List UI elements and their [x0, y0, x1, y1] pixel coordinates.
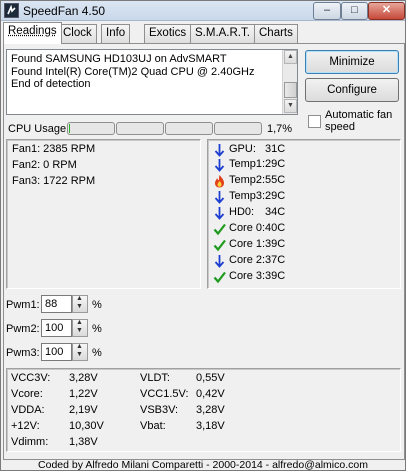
pwm3-input[interactable]: 100: [41, 343, 72, 361]
tab-readings-label: Readings: [8, 25, 57, 37]
pwm2-stepper[interactable]: [72, 319, 88, 337]
pwm2-input[interactable]: 100: [41, 319, 72, 337]
cpu-core-bar: [67, 122, 115, 135]
fan-reading: Fan1: 2385 RPM: [12, 143, 96, 155]
voltage-label: VDDA:: [11, 404, 45, 416]
configure-button[interactable]: Configure: [305, 78, 399, 102]
temperature-value: 37C: [265, 254, 286, 266]
voltage-value: 3,18V: [196, 420, 225, 432]
voltage-value: 0,42V: [196, 388, 225, 400]
cpu-core-bar: [165, 122, 213, 135]
window-title: SpeedFan 4.50: [23, 4, 106, 18]
temperature-label: Temp1:: [229, 158, 266, 170]
pwm-unit: %: [92, 323, 102, 335]
voltage-label: Vcore:: [11, 388, 43, 400]
voltage-value: 0,55V: [196, 372, 225, 384]
temperature-value: 55C: [265, 174, 286, 186]
log-scrollbar[interactable]: ▲ ▼: [282, 50, 297, 114]
pwm-label: Pwm1:: [6, 299, 40, 311]
detection-log[interactable]: Found SAMSUNG HD103UJ on AdvSMART Found …: [6, 49, 298, 115]
temperature-label: Core 2:: [229, 254, 266, 266]
voltage-readings-panel: VCC3V: 3,28V Vcore: 1,22V VDDA: 2,19V +1…: [6, 368, 401, 452]
voltage-value: 3,28V: [196, 404, 225, 416]
temperature-label: HD0:: [229, 206, 255, 218]
pwm1-stepper[interactable]: [72, 295, 88, 313]
temperature-value: 31C: [265, 143, 286, 155]
pwm-label: Pwm3:: [6, 347, 40, 359]
arrow-down-icon: [214, 191, 225, 204]
credits-footer: Coded by Alfredo Milani Comparetti - 200…: [38, 459, 368, 471]
temperature-label: Temp3:: [229, 190, 266, 202]
voltage-label: VCC1.5V:: [140, 388, 189, 400]
tab-smart[interactable]: S.M.A.R.T.: [190, 24, 255, 43]
pwm-unit: %: [92, 347, 102, 359]
title-bar[interactable]: SpeedFan 4.50 – □ ✕: [1, 1, 405, 21]
cpu-core-bar: [116, 122, 164, 135]
temperature-readings-panel: GPU: 31C Temp1: 29C Temp2: 55C Temp3: 29…: [207, 139, 401, 289]
automatic-fan-speed-checkbox[interactable]: [308, 115, 321, 128]
tab-clock[interactable]: Clock: [58, 24, 97, 43]
automatic-fan-speed-label: Automatic fan speed: [325, 109, 393, 133]
temperature-value: 39C: [265, 238, 286, 250]
voltage-value: 3,28V: [69, 372, 98, 384]
voltage-label: Vdimm:: [11, 436, 49, 448]
tab-charts[interactable]: Charts: [254, 24, 298, 43]
temperature-label: Temp2:: [229, 174, 266, 186]
pwm1-input[interactable]: 88: [41, 295, 72, 313]
scroll-down-icon[interactable]: ▼: [284, 99, 297, 113]
window-maximize-button[interactable]: □: [341, 2, 368, 20]
speedfan-window: SpeedFan 4.50 – □ ✕ Readings Clock Info …: [0, 0, 406, 471]
temperature-value: 29C: [265, 190, 286, 202]
cpu-usage-label: CPU Usage: [8, 123, 67, 135]
temperature-label: Core 0:: [229, 222, 266, 234]
cpu-core-bar: [214, 122, 262, 135]
scroll-up-icon[interactable]: ▲: [284, 50, 297, 64]
voltage-label: +12V:: [11, 420, 40, 432]
fan-readings-panel: Fan1: 2385 RPM Fan2: 0 RPM Fan3: 1722 RP…: [6, 139, 201, 289]
fan-reading: Fan2: 0 RPM: [12, 159, 77, 171]
checkmark-icon: [213, 271, 226, 284]
temperature-value: 40C: [265, 222, 286, 234]
temperature-value: 39C: [265, 270, 286, 282]
voltage-value: 10,30V: [69, 420, 104, 432]
flame-icon: [215, 175, 224, 188]
cpu-core-bar-fill: [69, 124, 71, 133]
log-line: Found SAMSUNG HD103UJ on AdvSMART: [11, 53, 227, 65]
checkmark-icon: [213, 239, 226, 252]
pwm3-stepper[interactable]: [72, 343, 88, 361]
temperature-label: Core 1:: [229, 238, 266, 250]
temperature-label: Core 3:: [229, 270, 266, 282]
arrow-down-icon: [214, 144, 225, 157]
voltage-value: 2,19V: [69, 404, 98, 416]
temperature-label: GPU:: [229, 143, 256, 155]
tab-readings[interactable]: Readings: [3, 22, 62, 44]
arrow-down-icon: [214, 159, 225, 172]
arrow-down-icon: [214, 207, 225, 220]
arrow-down-icon: [214, 255, 225, 268]
tab-exotics[interactable]: Exotics: [144, 24, 192, 43]
fan-reading: Fan3: 1722 RPM: [12, 175, 96, 187]
tab-info[interactable]: Info: [101, 24, 131, 43]
log-line: Found Intel(R) Core(TM)2 Quad CPU @ 2.40…: [11, 65, 255, 78]
pwm-label: Pwm2:: [6, 323, 40, 335]
voltage-label: VSB3V:: [140, 404, 179, 416]
pwm-unit: %: [92, 299, 102, 311]
scroll-thumb[interactable]: [284, 82, 297, 98]
window-minimize-button[interactable]: –: [313, 2, 341, 20]
cpu-usage-percent: 1,7%: [267, 123, 293, 135]
checkmark-icon: [213, 223, 226, 236]
temperature-value: 29C: [265, 158, 286, 170]
voltage-label: Vbat:: [140, 420, 166, 432]
temperature-value: 34C: [265, 206, 286, 218]
voltage-value: 1,22V: [69, 388, 98, 400]
speedfan-app-icon: [4, 3, 19, 18]
log-line: End of detection: [11, 78, 91, 90]
voltage-label: VCC3V:: [11, 372, 51, 384]
minimize-button[interactable]: Minimize: [305, 50, 399, 74]
voltage-value: 1,38V: [69, 436, 98, 448]
window-close-button[interactable]: ✕: [368, 2, 405, 20]
voltage-label: VLDT:: [140, 372, 170, 384]
